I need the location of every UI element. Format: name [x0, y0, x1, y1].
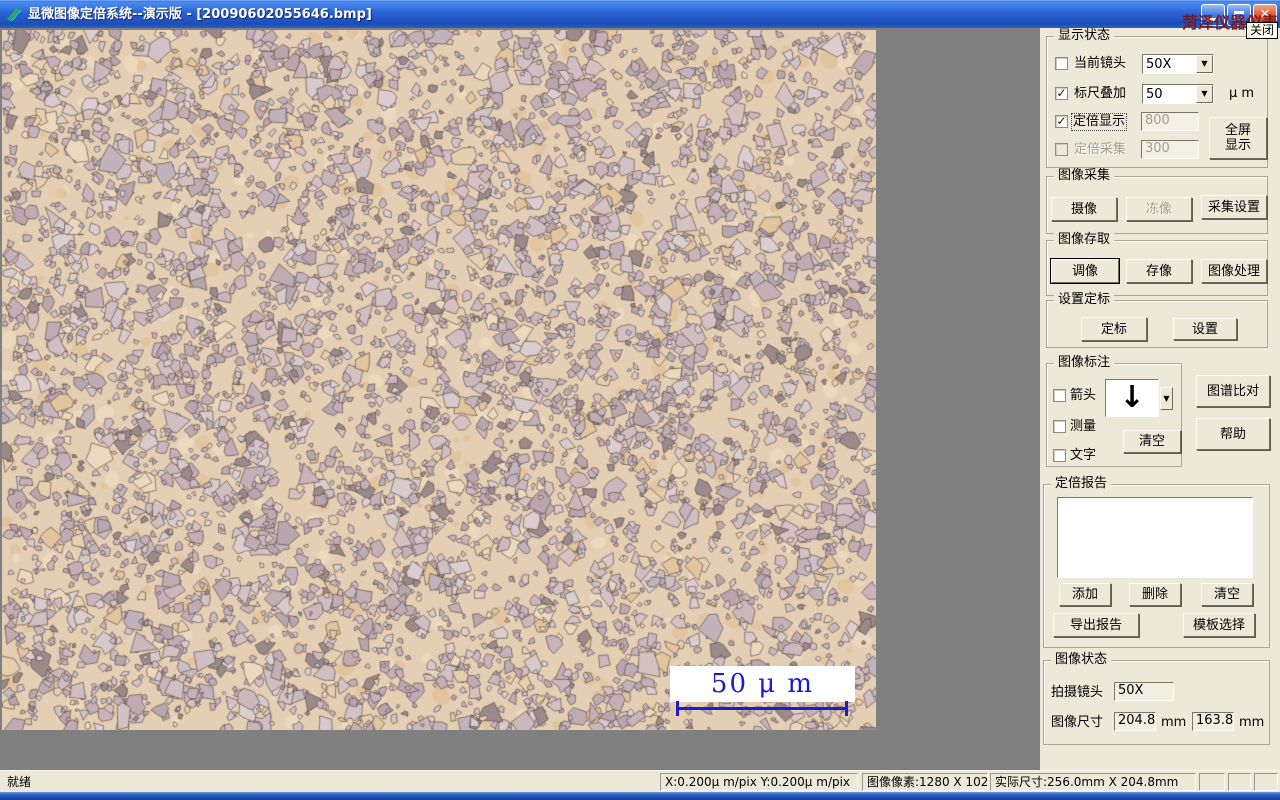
measure-annotation-checkbox[interactable] — [1053, 420, 1066, 433]
title-bar: 显微图像定倍系统--演示版 - [20090602055646.bmp] ✕ 菏… — [0, 0, 1280, 32]
status-spare-1 — [1199, 773, 1225, 791]
export-report-button[interactable]: 导出报告 — [1053, 613, 1139, 637]
group-calibration: 设置定标 定标 设置 — [1046, 292, 1268, 348]
group-calibration-title: 设置定标 — [1054, 292, 1115, 308]
calibration-setup-button[interactable]: 设置 — [1173, 318, 1237, 340]
text-annotation-label: 文字 — [1070, 448, 1097, 463]
restore-icon — [1234, 10, 1244, 20]
minimize-button[interactable] — [1201, 4, 1225, 26]
image-size-label: 图像尺寸 — [1051, 715, 1104, 730]
calibrate-button[interactable]: 定标 — [1081, 317, 1147, 341]
report-add-button[interactable]: 添加 — [1059, 583, 1111, 606]
fullscreen-button-line2: 显示 — [1224, 138, 1251, 153]
load-image-button[interactable]: 调像 — [1051, 259, 1119, 283]
freeze-button: 冻像 — [1126, 197, 1192, 221]
current-lens-label: 当前镜头 — [1074, 56, 1127, 71]
group-annotation: 图像标注 箭头 ↓ ▼ 测量 清空 文字 — [1046, 355, 1182, 467]
group-display-status: 显示状态 当前镜头 50X ▼ ✓ 标尺叠加 50 ▼ μ m ✓ 定倍显示 8… — [1046, 28, 1268, 168]
app-icon — [7, 8, 23, 23]
fixed-display-input: 800 — [1141, 112, 1199, 131]
arrow-style-preview[interactable]: ↓ — [1105, 379, 1159, 417]
group-annotation-title: 图像标注 — [1054, 355, 1115, 371]
status-actual-size: 实际尺寸:256.0mm X 204.8mm — [990, 773, 1196, 791]
status-image-pixels: 图像像素:1280 X 1024 — [862, 773, 988, 791]
arrow-style-dropdown-button[interactable]: ▼ — [1160, 387, 1173, 410]
arrow-annotation-label: 箭头 — [1070, 388, 1097, 403]
fixed-capture-label: 定倍采集 — [1074, 142, 1127, 157]
group-storage-title: 图像存取 — [1054, 232, 1115, 248]
annotation-clear-button[interactable]: 清空 — [1123, 430, 1181, 453]
shoot-lens-value: 50X — [1114, 682, 1174, 701]
current-lens-dropdown-button[interactable]: ▼ — [1196, 55, 1213, 73]
scale-bar-label-box: 50 μ m — [670, 666, 855, 702]
scale-bar-line — [676, 701, 848, 716]
check-icon: ✓ — [1056, 86, 1067, 100]
ruler-overlay-checkbox[interactable]: ✓ — [1055, 87, 1068, 100]
fixed-capture-checkbox — [1055, 143, 1068, 156]
template-select-button[interactable]: 模板选择 — [1183, 613, 1255, 637]
atlas-compare-button[interactable]: 图谱比对 — [1196, 375, 1270, 407]
fixed-display-label: 定倍显示 — [1070, 113, 1128, 131]
image-height-value: 163.8 — [1192, 712, 1234, 731]
status-spare-3 — [1254, 773, 1278, 791]
scale-bar-label: 50 μ m — [710, 669, 815, 699]
group-report: 定倍报告 添加 删除 清空 导出报告 模板选择 — [1043, 476, 1270, 648]
current-lens-value: 50X — [1146, 57, 1172, 72]
save-image-button[interactable]: 存像 — [1126, 259, 1192, 283]
close-tooltip: 关闭 — [1246, 22, 1279, 39]
capture-settings-button[interactable]: 采集设置 — [1201, 195, 1267, 219]
report-clear-button[interactable]: 清空 — [1201, 583, 1253, 606]
report-listbox[interactable] — [1057, 497, 1253, 578]
ruler-unit-label: μ m — [1229, 86, 1255, 101]
report-delete-button[interactable]: 删除 — [1129, 583, 1181, 606]
ruler-overlay-label: 标尺叠加 — [1074, 86, 1127, 101]
ruler-size-dropdown-button[interactable]: ▼ — [1196, 85, 1213, 103]
shoot-lens-label: 拍摄镜头 — [1051, 685, 1104, 700]
fixed-capture-input: 300 — [1141, 140, 1199, 159]
group-image-status-title: 图像状态 — [1051, 652, 1112, 668]
text-annotation-checkbox[interactable] — [1053, 449, 1066, 462]
measure-annotation-label: 测量 — [1070, 419, 1097, 434]
help-button[interactable]: 帮助 — [1196, 418, 1270, 450]
shoot-button[interactable]: 摄像 — [1051, 197, 1117, 221]
image-process-button[interactable]: 图像处理 — [1201, 259, 1267, 283]
fixed-display-checkbox[interactable]: ✓ — [1055, 115, 1068, 128]
group-capture-title: 图像采集 — [1054, 168, 1115, 184]
ruler-size-value: 50 — [1146, 87, 1163, 102]
current-lens-checkbox[interactable] — [1055, 57, 1068, 70]
chevron-down-icon: ▼ — [1163, 393, 1170, 403]
group-image-status: 图像状态 拍摄镜头 50X 图像尺寸 204.8 mm 163.8 mm — [1043, 652, 1270, 745]
group-report-title: 定倍报告 — [1051, 476, 1112, 492]
chevron-down-icon: ▼ — [1201, 89, 1208, 98]
check-icon: ✓ — [1056, 114, 1067, 128]
fullscreen-button[interactable]: 全屏 显示 — [1209, 117, 1267, 159]
status-spare-2 — [1228, 773, 1251, 791]
down-arrow-icon: ↓ — [1119, 380, 1145, 415]
status-bar: 就绪 X:0.200μ m/pix Y:0.200μ m/pix 图像像素:12… — [0, 770, 1280, 792]
fullscreen-button-line1: 全屏 — [1224, 123, 1251, 138]
group-display-status-title: 显示状态 — [1054, 28, 1115, 44]
window-title: 显微图像定倍系统--演示版 - [20090602055646.bmp] — [28, 7, 372, 22]
current-lens-dropdown[interactable]: 50X ▼ — [1142, 54, 1214, 74]
client-area: 50 μ m 显示状态 当前镜头 50X ▼ ✓ 标尺叠加 50 ▼ μ m ✓… — [0, 28, 1280, 770]
group-capture: 图像采集 摄像 冻像 采集设置 — [1046, 168, 1268, 234]
chevron-down-icon: ▼ — [1201, 59, 1208, 68]
image-height-unit: mm — [1239, 715, 1265, 730]
window-bottom-border — [0, 792, 1280, 800]
control-panel: 显示状态 当前镜头 50X ▼ ✓ 标尺叠加 50 ▼ μ m ✓ 定倍显示 8… — [1040, 28, 1280, 770]
arrow-annotation-checkbox[interactable] — [1053, 389, 1066, 402]
micrograph-image[interactable] — [2, 30, 876, 730]
minimize-icon — [1206, 18, 1216, 21]
status-pixel-scale: X:0.200μ m/pix Y:0.200μ m/pix — [660, 773, 858, 791]
status-ready: 就绪 — [7, 775, 32, 789]
image-width-value: 204.8 — [1114, 712, 1156, 731]
image-width-unit: mm — [1161, 715, 1187, 730]
group-storage: 图像存取 调像 存像 图像处理 — [1046, 232, 1268, 296]
ruler-size-dropdown[interactable]: 50 ▼ — [1142, 84, 1214, 104]
